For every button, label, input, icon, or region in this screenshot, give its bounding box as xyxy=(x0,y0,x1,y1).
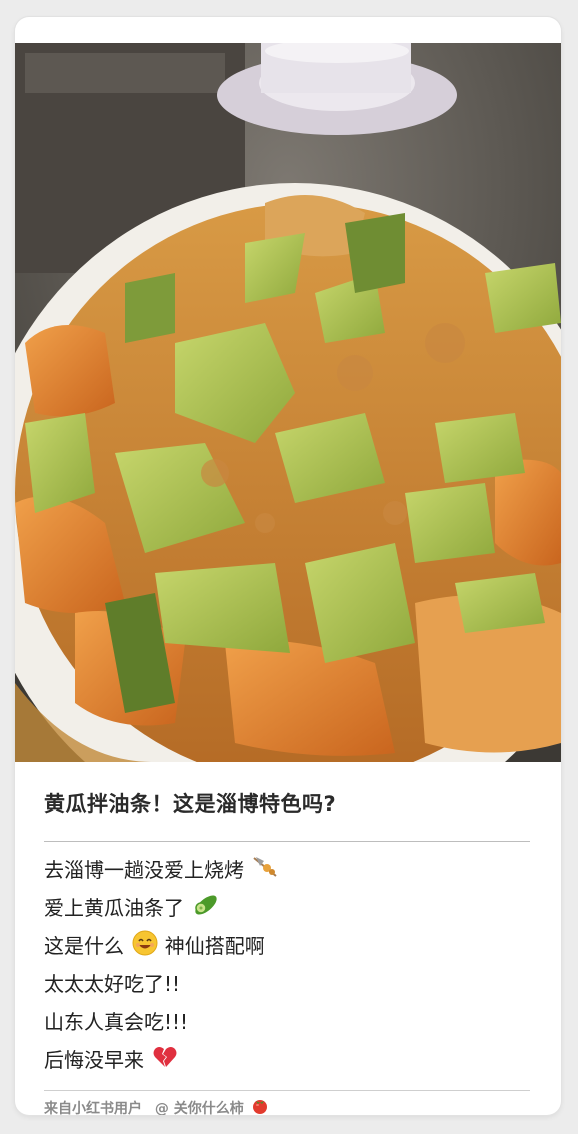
tomato-icon xyxy=(251,1097,269,1115)
body-line-text-after: 神仙搭配啊 xyxy=(164,934,265,958)
body-line-text: 去淄博一趟没爱上烧烤 xyxy=(44,858,244,882)
title-divider xyxy=(44,841,530,842)
post-body: 去淄博一趟没爱上烧烤 爱上黄瓜油条了 这是什么 神仙搭配啊 太太太好吃了!! 山… xyxy=(44,853,278,1081)
body-line: 这是什么 神仙搭配啊 xyxy=(44,929,278,967)
body-line-text: 爱上黄瓜油条了 xyxy=(44,896,184,920)
post-card: 黄瓜拌油条！这是淄博特色吗? 去淄博一趟没爱上烧烤 爱上黄瓜油条了 这是什么 神… xyxy=(15,17,561,1115)
footer-source: 来自小红书用户 xyxy=(44,1101,142,1115)
post-title: 黄瓜拌油条！这是淄博特色吗? xyxy=(44,792,337,816)
post-footer: 来自小红书用户 @ 关你什么柿 xyxy=(44,1097,269,1115)
body-line-text: 后悔没早来 xyxy=(44,1048,144,1072)
body-line-text: 太太太好吃了!! xyxy=(44,972,181,996)
skewer-icon xyxy=(252,855,278,889)
body-line-text: 山东人真会吃!!! xyxy=(44,1010,189,1034)
food-photo xyxy=(15,43,561,762)
screen: 黄瓜拌油条！这是淄博特色吗? 去淄博一趟没爱上烧烤 爱上黄瓜油条了 这是什么 神… xyxy=(0,0,578,1134)
body-line: 爱上黄瓜油条了 xyxy=(44,891,278,929)
body-line: 去淄博一趟没爱上烧烤 xyxy=(44,853,278,891)
body-line: 太太太好吃了!! xyxy=(44,967,278,1005)
smiling-face-icon xyxy=(132,930,158,966)
body-line: 山东人真会吃!!! xyxy=(44,1005,278,1043)
cucumber-icon xyxy=(192,892,220,928)
footer-user[interactable]: @ 关你什么柿 xyxy=(155,1101,244,1115)
broken-heart-icon xyxy=(152,1045,178,1079)
body-line: 后悔没早来 xyxy=(44,1043,278,1081)
body-line-text: 这是什么 xyxy=(44,934,124,958)
footer-divider xyxy=(44,1090,530,1091)
